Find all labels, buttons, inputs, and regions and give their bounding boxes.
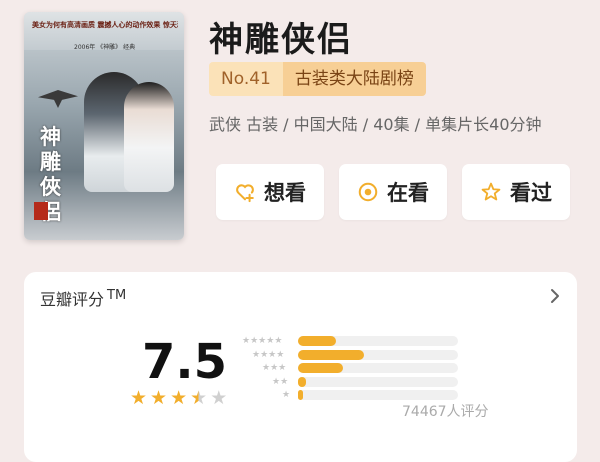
star-icon <box>481 182 501 201</box>
star-empty-icon: ★ <box>210 387 228 409</box>
distribution-bar-5 <box>298 336 337 346</box>
mini-star-icon: ★ <box>260 349 269 360</box>
show-meta: 武侠 古装 / 中国大陆 / 40集 / 单集片长40分钟 <box>209 115 542 134</box>
distribution-stars-5: ★ ★ ★ ★ ★ <box>242 336 282 346</box>
distribution-stars-3: ★ ★ ★ <box>262 363 286 373</box>
mini-star-icon: ★ <box>250 336 259 346</box>
distribution-bar-4 <box>298 349 364 360</box>
rank-number: No.41 <box>209 62 283 96</box>
rank-badge[interactable]: No.41 古装类大陆剧榜 <box>209 62 426 96</box>
poster-image[interactable]: 美女为何有高清画质 震撼人心的动作效果 惊天动地的生死恋情 2006年 《神雕》… <box>24 12 184 240</box>
rating-title: 豆瓣评分 TM <box>40 286 126 310</box>
mini-star-icon: ★ <box>262 363 271 373</box>
distribution-stars-4: ★ ★ ★ ★ <box>252 350 284 360</box>
rating-card[interactable]: 豆瓣评分 TM 7.5 ★ ★ ★ ★ ★ ★ ★ ★ ★ ★ ★ ★ ★ ★ ★ ★ ★ ★ ★ ★ 74467人评… <box>24 272 577 462</box>
distribution-bar-3 <box>298 363 343 373</box>
star-half-icon: ★ <box>190 387 208 409</box>
poster-seal <box>34 202 48 220</box>
mini-star-icon: ★ <box>282 390 291 400</box>
distribution-track-1 <box>298 390 458 400</box>
distribution-track-4 <box>298 349 458 360</box>
distribution-track-5 <box>298 336 458 346</box>
rating-stars: ★ ★ ★ ★ ★ <box>130 389 227 408</box>
poster-year: 2006年 《神雕》 经典 <box>74 44 136 51</box>
mini-star-icon: ★ <box>272 376 281 387</box>
eagle-graphic <box>38 90 78 108</box>
rating-score: 7.5 <box>142 334 228 390</box>
watched-label: 看过 <box>510 181 552 205</box>
distribution-track-3 <box>298 363 458 373</box>
mini-star-icon: ★ <box>280 376 289 387</box>
watching-button[interactable]: 在看 <box>339 164 447 220</box>
mini-star-icon: ★ <box>242 336 251 346</box>
distribution-bar-2 <box>298 376 306 387</box>
distribution-stars-2: ★ ★ <box>272 377 288 387</box>
distribution-bar-1 <box>298 390 303 400</box>
mini-star-icon: ★ <box>276 349 285 360</box>
trademark-mark: TM <box>107 287 127 303</box>
chevron-right-icon[interactable] <box>547 286 563 306</box>
poster-figure-female <box>124 82 174 192</box>
mini-star-icon: ★ <box>258 336 267 346</box>
heart-plus-icon <box>236 184 254 203</box>
mini-star-icon: ★ <box>266 336 275 346</box>
want-to-watch-button[interactable]: 想看 <box>216 164 324 220</box>
watched-button[interactable]: 看过 <box>462 164 570 220</box>
target-circle-icon <box>358 182 378 202</box>
mini-star-icon: ★ <box>270 363 279 373</box>
mini-star-icon: ★ <box>268 349 277 360</box>
distribution-stars-1: ★ <box>282 390 290 400</box>
watching-label: 在看 <box>387 181 429 205</box>
rating-title-text: 豆瓣评分 <box>40 290 105 309</box>
mini-star-icon: ★ <box>252 349 261 360</box>
poster-tagline: 美女为何有高清画质 震撼人心的动作效果 惊天动地的生死恋情 <box>32 21 178 29</box>
page-title: 神雕侠侣 <box>209 20 353 60</box>
star-filled-icon: ★ <box>170 387 188 409</box>
rating-count: 74467人评分 <box>402 404 489 420</box>
star-filled-icon: ★ <box>150 387 168 409</box>
distribution-track-2 <box>298 376 458 387</box>
mini-star-icon: ★ <box>278 363 287 373</box>
rank-list-name: 古装类大陆剧榜 <box>282 62 426 96</box>
mini-star-icon: ★ <box>274 336 283 346</box>
want-to-watch-label: 想看 <box>264 181 306 205</box>
star-filled-icon: ★ <box>130 387 148 409</box>
